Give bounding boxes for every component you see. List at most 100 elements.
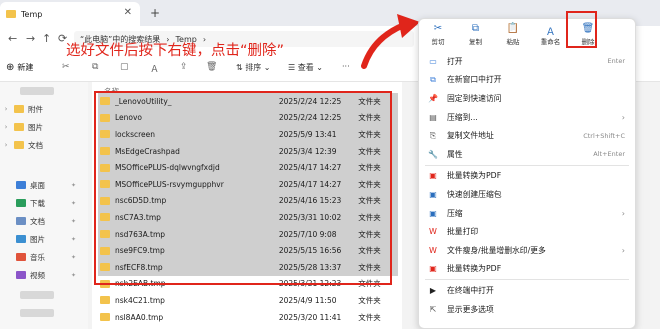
menu-item-label: 在新窗口中打开	[447, 75, 502, 85]
more-button[interactable]: ···	[342, 62, 350, 71]
sidebar-item-label: 文档	[28, 140, 43, 150]
menu-copy-button[interactable]: ⧉ 复制	[459, 23, 493, 46]
tab-temp[interactable]: Temp ✕	[0, 2, 140, 26]
view-label: 查看	[297, 63, 314, 72]
context-menu-actions: ✂ 剪切 ⧉ 复制 📋 粘贴 Ａ 重命名 🗑 删除	[419, 19, 635, 49]
menu-item[interactable]: ▶ 在终端中打开	[419, 281, 635, 300]
blurred-label	[20, 87, 54, 95]
menu-item-label: 复制文件地址	[447, 131, 494, 141]
menu-item-label: 批量转换为PDF	[447, 264, 502, 274]
menu-item-label: 属性	[447, 149, 463, 159]
menu-item[interactable]: ▣ 快速创建压缩包	[419, 185, 635, 204]
close-tab-icon[interactable]: ✕	[124, 7, 132, 18]
cut-icon[interactable]: ✂	[62, 62, 70, 72]
pin-icon: ✦	[70, 271, 76, 279]
menu-item[interactable]: ⎘ 复制文件地址 Ctrl+Shift+C	[419, 126, 635, 145]
sidebar-blurred-item[interactable]	[0, 304, 88, 322]
paste-icon: 📋	[506, 23, 520, 34]
new-button[interactable]: ⊕ 新建	[6, 62, 33, 73]
sidebar-item-attachments[interactable]: › 附件	[0, 100, 88, 118]
forward-icon[interactable]: →	[26, 32, 35, 45]
file-type: 文件夹	[358, 312, 381, 322]
delete-icon[interactable]: 🗑	[206, 62, 217, 72]
sidebar-item-label: 图片	[30, 234, 45, 244]
menu-action-label: 重命名	[540, 38, 561, 46]
menu-item-label: 压缩到...	[447, 112, 478, 122]
menu-item[interactable]: ▣ 压缩 ›	[419, 204, 635, 223]
menu-item-shortcut: Alt+Enter	[593, 150, 625, 159]
file-row[interactable]: nsk4C21.tmp 2025/4/9 11:50 文件夹	[98, 292, 398, 309]
sort-button[interactable]: ⇅ 排序 ⌄	[236, 62, 271, 73]
sidebar-blurred-item[interactable]	[0, 82, 88, 100]
paste-icon[interactable]: ▢	[120, 62, 129, 72]
menu-separator	[425, 164, 629, 166]
sidebar-blurred-item[interactable]	[0, 286, 88, 304]
menu-paste-button[interactable]: 📋 粘贴	[496, 23, 530, 46]
sidebar-item-desktop[interactable]: 桌面 ✦	[0, 176, 88, 194]
menu-item-label: 批量转换为PDF	[447, 171, 502, 181]
sidebar-item-music[interactable]: 音乐 ✦	[0, 248, 88, 266]
folder-icon	[14, 141, 24, 149]
blurred-label	[20, 291, 54, 299]
back-icon[interactable]: ←	[8, 32, 17, 45]
share-icon[interactable]: ⇪	[180, 62, 188, 72]
copy-icon[interactable]: ⧉	[92, 62, 98, 72]
menu-item[interactable]: ⧉ 在新窗口中打开	[419, 71, 635, 90]
menu-item[interactable]: ▣ 批量转换为PDF	[419, 260, 635, 279]
sort-label: 排序	[245, 63, 262, 72]
instruction-annotation: 选好文件后按下右键，点击“删除”	[66, 43, 285, 59]
print-icon: W	[429, 227, 437, 237]
menu-item-label: 显示更多选项	[447, 304, 494, 314]
menu-cut-button[interactable]: ✂ 剪切	[421, 23, 455, 46]
pdf-convert-icon: ▣	[429, 171, 437, 181]
sidebar-item-videos[interactable]: 视频 ✦	[0, 266, 88, 284]
file-date: 2025/4/9 11:50	[278, 295, 337, 305]
sort-icon: ⇅	[236, 63, 246, 72]
music-icon	[16, 253, 26, 261]
sidebar-item-label: 桌面	[30, 180, 45, 190]
menu-item[interactable]: W 文件瘦身/批量增删水印/更多 ›	[419, 241, 635, 260]
menu-item[interactable]: ⇱ 显示更多选项	[419, 300, 635, 319]
navigation-pane: › 附件 › 图片 › 文档 桌面 ✦ 下载 ✦ 文档 ✦ 图片 ✦ 音乐 ✦ …	[0, 82, 88, 329]
chevron-right-icon[interactable]: ›	[0, 141, 12, 149]
up-icon[interactable]: ↑	[42, 32, 51, 45]
open-icon: ▭	[429, 56, 437, 66]
documents-icon	[16, 217, 26, 225]
menu-item[interactable]: ▭ 打开 Enter	[419, 52, 635, 71]
menu-item[interactable]: 🔧 属性 Alt+Enter	[419, 145, 635, 164]
menu-item-label: 快速创建压缩包	[447, 189, 502, 199]
menu-item[interactable]: 📌 固定到快速访问	[419, 89, 635, 108]
view-button[interactable]: ☰ 查看 ⌄	[288, 62, 323, 73]
chevron-right-icon[interactable]: ›	[0, 123, 12, 131]
copy-path-icon: ⎘	[429, 130, 437, 140]
selection-highlight-box	[94, 91, 392, 285]
folder-icon	[14, 123, 24, 131]
menu-item-label: 固定到快速访问	[447, 93, 502, 103]
sidebar-item-pictures[interactable]: 图片 ✦	[0, 230, 88, 248]
pin-icon: ✦	[70, 199, 76, 207]
menu-action-label: 粘贴	[506, 38, 520, 46]
menu-rename-button[interactable]: Ａ 重命名	[534, 23, 568, 46]
delete-highlight-box	[566, 11, 597, 48]
menu-item[interactable]: ▣ 批量转换为PDF	[419, 167, 635, 186]
chevron-right-icon[interactable]: ›	[0, 105, 12, 113]
sidebar-item-documents[interactable]: 文档 ✦	[0, 212, 88, 230]
new-tab-button[interactable]: +	[150, 6, 160, 20]
file-row[interactable]: nsl8AA0.tmp 2025/3/20 11:41 文件夹	[98, 309, 398, 326]
annotation-arrow	[361, 14, 420, 69]
sidebar-item-pictures-folder[interactable]: › 图片	[0, 118, 88, 136]
properties-icon: 🔧	[428, 149, 438, 159]
menu-item[interactable]: W 批量打印	[419, 222, 635, 241]
new-label: 新建	[17, 63, 34, 72]
desktop-icon	[16, 181, 26, 189]
menu-item[interactable]: ▤ 压缩到... ›	[419, 108, 635, 127]
sidebar-item-documents-folder[interactable]: › 文档	[0, 136, 88, 154]
sidebar-item-downloads[interactable]: 下载 ✦	[0, 194, 88, 212]
rename-icon[interactable]: Ａ	[150, 62, 159, 75]
copy-icon: ⧉	[471, 23, 480, 34]
context-menu: ✂ 剪切 ⧉ 复制 📋 粘贴 Ａ 重命名 🗑 删除 ▭ 打开 Enter ⧉ 在新窗口中打开 📌 固定到快速访…	[418, 18, 636, 329]
menu-action-label: 复制	[469, 38, 482, 46]
quick-zip-icon: ▣	[429, 189, 437, 199]
download-icon	[16, 199, 26, 207]
folder-icon	[14, 105, 24, 113]
